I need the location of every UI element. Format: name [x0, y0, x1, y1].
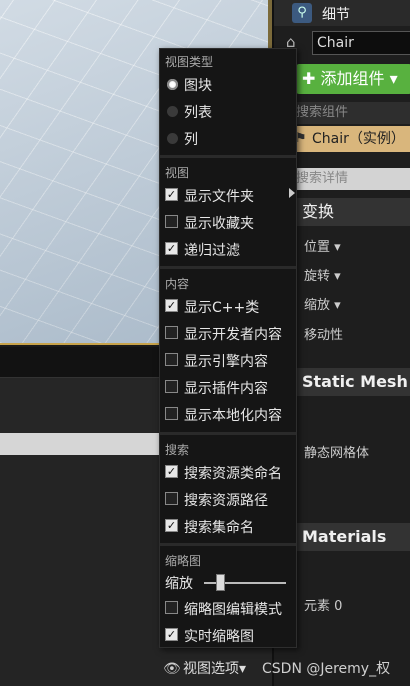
- menu-check-show-folders[interactable]: ✓ 显示文件夹: [160, 182, 296, 208]
- instance-label: Chair（实例）: [312, 131, 405, 147]
- add-component-button[interactable]: ✚ 添加组件 ▾: [296, 64, 410, 94]
- menu-divider: [160, 543, 296, 546]
- checkbox-checked-icon: ✓: [165, 628, 178, 641]
- menu-item-label: 图块: [184, 78, 212, 94]
- thumbnail-scale-row: 缩放: [160, 571, 296, 595]
- prop-rotation-label: 旋转: [304, 269, 331, 284]
- menu-check-show-plugins[interactable]: 显示插件内容: [160, 374, 296, 400]
- menu-check-show-developer[interactable]: 显示开发者内容: [160, 320, 296, 346]
- checkbox-checked-icon: ✓: [165, 299, 178, 312]
- checkbox-checked-icon: ✓: [165, 465, 178, 478]
- menu-item-label: 显示本地化内容: [184, 408, 282, 424]
- menu-check-search-collections[interactable]: ✓ 搜索集命名: [160, 513, 296, 539]
- menu-check-show-favorites[interactable]: 显示收藏夹: [160, 209, 296, 235]
- radio-selected-icon: [167, 79, 178, 90]
- view-options-button[interactable]: 👁 视图选项▾: [163, 658, 246, 678]
- menu-header-view-type: 视图类型: [165, 55, 214, 69]
- menu-check-search-class-names[interactable]: ✓ 搜索资源类命名: [160, 459, 296, 485]
- menu-item-label: 搜索集命名: [184, 520, 254, 536]
- prop-scale-label: 缩放: [304, 298, 331, 313]
- view-options-label: 视图选项: [183, 661, 239, 677]
- dropdown-arrow-icon: ▾: [239, 661, 247, 677]
- section-materials[interactable]: Materials: [292, 523, 410, 551]
- chevron-down-icon: ▾: [334, 240, 341, 255]
- menu-item-label: 实时缩略图: [184, 629, 254, 645]
- menu-check-show-localized[interactable]: 显示本地化内容: [160, 401, 296, 427]
- add-component-label: 添加组件: [320, 69, 385, 88]
- menu-check-show-engine[interactable]: 显示引擎内容: [160, 347, 296, 373]
- chevron-down-icon: ▾: [334, 298, 341, 313]
- eye-icon: 👁: [163, 661, 181, 677]
- checkbox-icon: [165, 407, 178, 420]
- menu-radio-list[interactable]: 列表: [160, 98, 296, 124]
- checkbox-checked-icon: ✓: [165, 188, 178, 201]
- scale-label: 缩放: [165, 576, 193, 592]
- menu-check-thumbnail-edit[interactable]: 缩略图编辑模式: [160, 595, 296, 621]
- chevron-down-icon: ▾: [334, 269, 341, 284]
- view-options-menu: 视图类型 图块 列表 列 视图 ✓ 显示文件夹 显示收藏夹 ✓ 递归过滤 内容 ✓ 显…: [159, 48, 297, 648]
- menu-radio-tiles[interactable]: 图块: [160, 71, 296, 97]
- radio-icon: [167, 133, 178, 144]
- checkbox-icon: [165, 601, 178, 614]
- menu-item-label: 缩略图编辑模式: [184, 602, 282, 618]
- search-components-input[interactable]: 搜索组件: [292, 102, 410, 124]
- prop-mobility: 移动性: [304, 328, 344, 343]
- menu-item-label: 显示开发者内容: [184, 327, 282, 343]
- checkbox-icon: [165, 353, 178, 366]
- menu-check-show-cpp[interactable]: ✓ 显示C++类: [160, 293, 296, 319]
- checkbox-icon: [165, 215, 178, 228]
- details-header: ⚲ 细节: [274, 0, 410, 26]
- actor-name-input[interactable]: [312, 31, 410, 55]
- checkbox-checked-icon: ✓: [165, 242, 178, 255]
- menu-item-label: 递归过滤: [184, 243, 240, 259]
- menu-check-realtime-thumbnail[interactable]: ✓ 实时缩略图: [160, 622, 296, 648]
- menu-item-label: 搜索资源路径: [184, 493, 268, 509]
- checkbox-icon: [165, 326, 178, 339]
- scale-slider-thumb[interactable]: [216, 574, 225, 591]
- menu-header-search: 搜索: [165, 443, 190, 457]
- menu-item-label: 显示引擎内容: [184, 354, 268, 370]
- plus-icon: ✚: [302, 69, 316, 88]
- menu-item-label: 显示C++类: [184, 300, 260, 316]
- menu-item-label: 显示文件夹: [184, 189, 254, 205]
- prop-static-mesh: 静态网格体: [304, 446, 370, 461]
- checkbox-icon: [165, 492, 178, 505]
- prop-rotation[interactable]: 旋转 ▾: [304, 265, 341, 284]
- checkbox-icon: [165, 380, 178, 393]
- section-static-mesh[interactable]: Static Mesh: [292, 368, 410, 396]
- menu-divider: [160, 432, 296, 435]
- prop-element0: 元素 0: [304, 599, 343, 614]
- dropdown-arrow-icon: ▾: [389, 69, 398, 88]
- menu-header-view: 视图: [165, 166, 190, 180]
- details-title: 细节: [322, 7, 350, 23]
- section-transform[interactable]: 变换: [292, 198, 410, 226]
- menu-item-label: 搜索资源类命名: [184, 466, 282, 482]
- menu-radio-columns[interactable]: 列: [160, 125, 296, 151]
- prop-location-label: 位置: [304, 240, 331, 255]
- radio-icon: [167, 106, 178, 117]
- search-details-input[interactable]: 搜索详情: [292, 168, 410, 190]
- component-instance-item[interactable]: ⚑ Chair（实例）: [292, 126, 410, 152]
- prop-scale[interactable]: 缩放 ▾: [304, 294, 341, 313]
- menu-item-label: 列表: [184, 105, 212, 121]
- prop-location[interactable]: 位置 ▾: [304, 236, 341, 255]
- menu-divider: [160, 155, 296, 158]
- menu-header-thumbnail: 缩略图: [165, 554, 202, 568]
- menu-header-content: 内容: [165, 277, 190, 291]
- menu-item-label: 显示插件内容: [184, 381, 268, 397]
- menu-divider: [160, 266, 296, 269]
- checkbox-checked-icon: ✓: [165, 519, 178, 532]
- watermark: CSDN @Jeremy_权: [262, 661, 391, 677]
- submenu-arrow-icon: [289, 188, 295, 198]
- menu-item-label: 列: [184, 132, 198, 148]
- details-search-icon: ⚲: [292, 3, 312, 23]
- menu-check-recursive-filter[interactable]: ✓ 递归过滤: [160, 236, 296, 262]
- menu-item-label: 显示收藏夹: [184, 216, 254, 232]
- menu-check-search-paths[interactable]: 搜索资源路径: [160, 486, 296, 512]
